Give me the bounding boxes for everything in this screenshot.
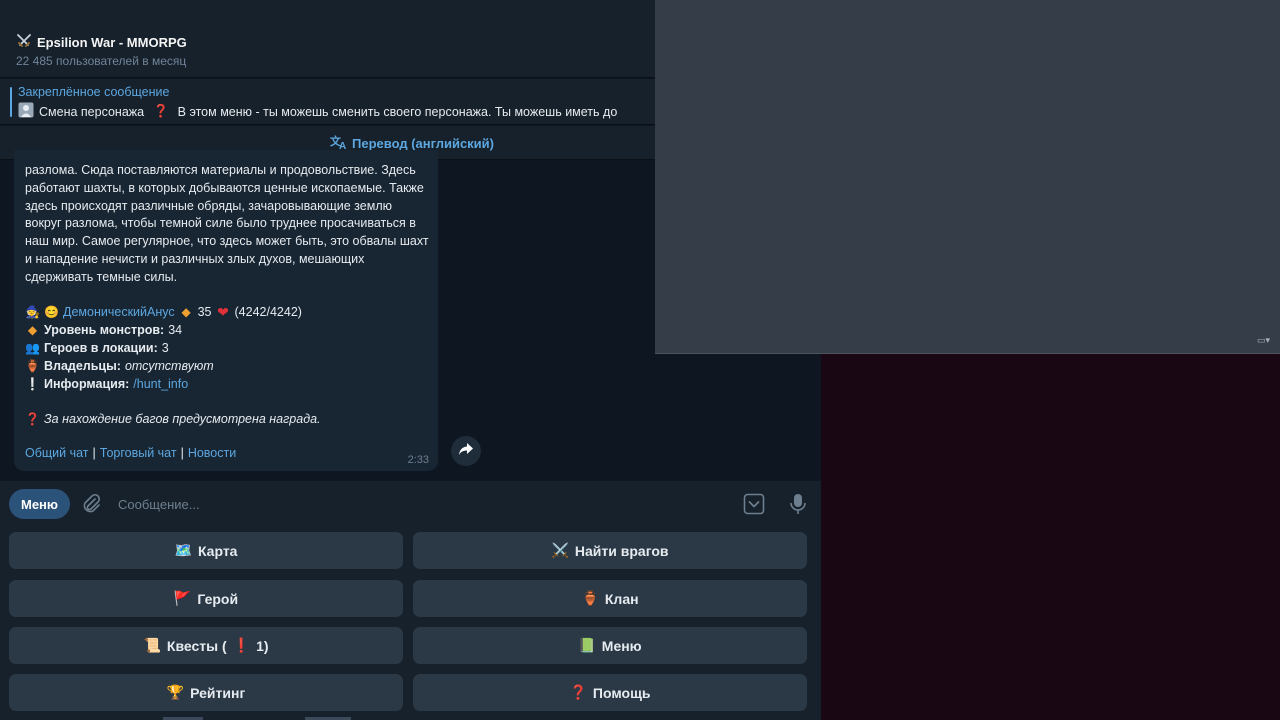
message-links: Общий чат | Торговый чат | Новости	[25, 446, 236, 460]
monsters-value: 34	[168, 323, 183, 338]
player-name-link[interactable]: ДемоническийАнус	[63, 304, 175, 322]
red-question-icon: ❓	[569, 684, 587, 700]
red-question-icon: ❓	[25, 412, 40, 427]
chat-subscriber-count: 22 485 пользователей в месяц	[16, 54, 187, 68]
heroes-value: 3	[161, 340, 169, 355]
bot-keyboard: 🗺️ Карта ⚔️ Найти врагов 🚩 Герой 🏺 Клан …	[0, 527, 821, 720]
keyboard-layout-icon: ▭▾	[1256, 335, 1270, 345]
message-text: разлома. Сюда поставляются материалы и п…	[25, 162, 430, 429]
message-time: 2:33	[407, 454, 429, 466]
quests-button[interactable]: 📜 Квесты ( ❗ 1)	[9, 627, 403, 664]
person-portrait-icon	[18, 102, 34, 121]
hunt-info-command[interactable]: /hunt_info	[133, 376, 188, 394]
find-enemies-button[interactable]: ⚔️ Найти врагов	[413, 532, 807, 569]
people-icon: 👥	[25, 340, 40, 355]
player-level: 35	[197, 305, 212, 320]
info-line: ❕ Информация: /hunt_info	[25, 376, 430, 394]
monsters-level-line: ◆ Уровень монстров: 34	[25, 322, 430, 340]
link-news[interactable]: Новости	[188, 446, 236, 460]
forward-arrow-icon	[458, 442, 474, 461]
message-bubble[interactable]: разлома. Сюда поставляются материалы и п…	[14, 150, 438, 471]
forward-button[interactable]	[451, 436, 481, 466]
red-question-icon: ❓	[153, 104, 169, 118]
map-button[interactable]: 🗺️ Карта	[9, 532, 403, 569]
hero-label: Герой	[197, 590, 239, 607]
orange-diamond-icon: ◆	[181, 305, 191, 320]
map-icon: 🗺️	[174, 542, 192, 558]
paperclip-icon[interactable]	[80, 493, 102, 515]
pinned-accent-bar	[10, 87, 12, 117]
scroll-icon: 📜	[143, 637, 161, 653]
link-separator: |	[92, 446, 96, 460]
quests-count: 1)	[256, 637, 269, 654]
rating-label: Рейтинг	[190, 684, 246, 701]
pinned-text-part2: В этом меню - ты можешь сменить своего п…	[177, 104, 618, 119]
crossed-swords-icon: ⚔️	[551, 542, 569, 558]
menu-label: Меню	[601, 637, 642, 654]
link-general-chat[interactable]: Общий чат	[25, 446, 89, 460]
monsters-label: Уровень монстров:	[44, 323, 165, 338]
pinned-title: Закреплённое сообщение	[18, 85, 170, 99]
help-label: Помощь	[592, 684, 651, 701]
translate-label: Перевод (английский)	[352, 136, 494, 151]
map-label: Карта	[197, 542, 238, 559]
menu-button[interactable]: 📗 Меню	[413, 627, 807, 664]
pinned-preview: Смена персонажа ❓ В этом меню - ты можеш…	[18, 102, 617, 121]
link-trade-chat[interactable]: Торговый чат	[100, 446, 177, 460]
crossed-swords-icon	[16, 33, 32, 52]
amphora-icon: 🏺	[581, 590, 599, 606]
bug-note-line: ❓ За нахождение багов предусмотрена нагр…	[25, 411, 430, 429]
exclamation-icon: ❕	[25, 376, 40, 391]
heroes-label: Героев в локации:	[44, 340, 158, 355]
player-hp: (4242/4242)	[234, 305, 302, 320]
help-button[interactable]: ❓ Помощь	[413, 674, 807, 711]
link-separator: |	[180, 446, 184, 460]
owners-line: 🏺 Владельцы: отсутствуют	[25, 358, 430, 376]
keyboard-toggle-icon[interactable]	[743, 493, 765, 515]
heroes-line: 👥 Героев в локации: 3	[25, 340, 430, 358]
pinned-text-part1: Смена персонажа	[39, 104, 145, 119]
location-description: разлома. Сюда поставляются материалы и п…	[25, 163, 429, 284]
green-book-icon: 📗	[578, 637, 596, 653]
chat-title-text: Epsilion War - MMORPG	[37, 35, 187, 50]
owners-value: отсутствуют	[124, 358, 214, 373]
player-avatar-icon: 🧙	[25, 305, 40, 320]
overlay-panel: ▭▾	[655, 0, 1280, 354]
bot-menu-button[interactable]: Меню	[9, 489, 70, 519]
info-label: Информация:	[44, 376, 130, 391]
heart-icon: ❤	[217, 304, 229, 321]
find-enemies-label: Найти врагов	[574, 542, 669, 559]
red-exclamation-icon: ❗	[232, 637, 251, 653]
message-input-bar: Меню	[0, 481, 821, 527]
red-flag-icon: 🚩	[173, 590, 192, 606]
quests-label: Квесты (	[166, 637, 227, 654]
clan-button[interactable]: 🏺 Клан	[413, 580, 807, 617]
clan-label: Клан	[604, 590, 639, 607]
microphone-icon[interactable]	[787, 492, 809, 516]
chat-title[interactable]: Epsilion War - MMORPG	[16, 33, 187, 52]
orange-diamond-icon: ◆	[27, 323, 38, 338]
amphora-icon: 🏺	[25, 358, 40, 373]
trophy-icon: 🏆	[166, 684, 185, 700]
bug-note: За нахождение багов предусмотрена наград…	[44, 412, 321, 427]
rating-button[interactable]: 🏆 Рейтинг	[9, 674, 403, 711]
player-face-icon: 😊	[44, 305, 59, 320]
owners-label: Владельцы:	[44, 358, 121, 373]
hero-button[interactable]: 🚩 Герой	[9, 580, 403, 617]
message-input[interactable]	[112, 492, 712, 516]
svg-text:A: A	[339, 141, 346, 150]
player-line: 🧙 😊 ДемоническийАнус ◆ 35 ❤ (4242/4242)	[25, 304, 430, 322]
